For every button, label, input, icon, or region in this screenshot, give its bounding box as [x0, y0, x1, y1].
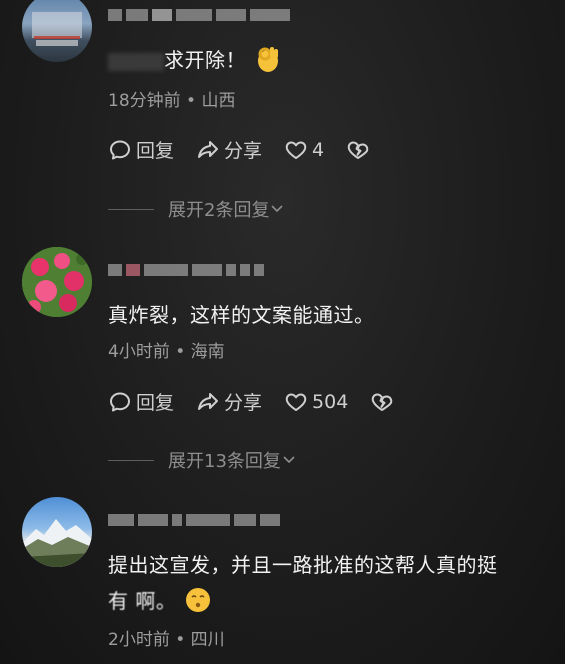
divider-line — [108, 208, 154, 210]
like-count: 4 — [312, 138, 325, 161]
comment-text: 求开除！ — [108, 44, 282, 78]
heart-icon — [285, 393, 307, 411]
share-arrow-icon — [198, 392, 219, 410]
divider-line — [108, 459, 154, 461]
avatar[interactable] — [22, 497, 92, 567]
like-button[interactable]: 504 — [284, 390, 348, 414]
reply-button[interactable]: 回复 — [108, 388, 174, 415]
username-blurred[interactable] — [108, 8, 290, 22]
like-button[interactable]: 4 — [284, 138, 324, 162]
username-blurred[interactable] — [108, 513, 280, 527]
action-bar: 回复 分享 4 — [108, 136, 392, 163]
share-button[interactable]: 分享 — [196, 388, 262, 415]
heart-icon — [285, 141, 307, 159]
comment-meta: 18分钟前 • 山西 — [108, 91, 236, 111]
redacted-text — [108, 52, 164, 71]
avatar[interactable] — [22, 0, 92, 62]
action-bar: 回复 分享 504 — [108, 388, 416, 415]
speech-bubble-icon — [110, 392, 130, 411]
speech-bubble-icon — [110, 140, 130, 159]
ok-hand-emoji — [254, 45, 282, 78]
chevron-down-icon — [271, 205, 284, 213]
expand-replies[interactable]: 展开13条回复 — [108, 447, 297, 473]
chevron-down-icon — [283, 456, 295, 464]
smirk-face-emoji — [184, 586, 212, 619]
share-button[interactable]: 分享 — [196, 136, 262, 163]
like-count: 504 — [312, 390, 349, 413]
username-blurred[interactable] — [108, 263, 264, 277]
comment-text: 真炸裂，这样的文案能通过。 — [108, 303, 375, 327]
dislike-button[interactable] — [370, 390, 394, 414]
dislike-button[interactable] — [346, 138, 370, 162]
broken-heart-icon — [347, 141, 369, 159]
broken-heart-icon — [372, 393, 393, 411]
reply-button[interactable]: 回复 — [108, 136, 174, 163]
comment-text-line2: 有 啊。 — [108, 585, 212, 619]
share-arrow-icon — [198, 140, 219, 158]
comment-text-line1: 提出这宣发，并且一路批准的这帮人真的挺 — [108, 553, 498, 577]
comment-meta: 2小时前 • 四川 — [108, 630, 225, 650]
expand-replies[interactable]: 展开2条回复 — [108, 196, 285, 222]
avatar[interactable] — [22, 247, 92, 317]
comment-meta: 4小时前 • 海南 — [108, 342, 225, 362]
